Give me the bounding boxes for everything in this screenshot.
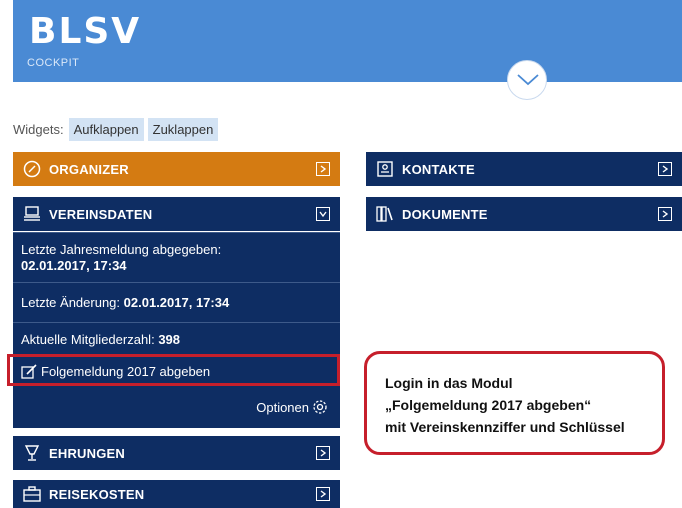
panel-organizer[interactable]: ORGANIZER: [13, 152, 340, 186]
optionen-label: Optionen: [256, 399, 309, 415]
panel-ehrungen-title: EHRUNGEN: [49, 445, 125, 461]
books-icon: [376, 205, 394, 223]
panel-kontakte[interactable]: KONTAKTE: [366, 152, 682, 186]
callout-line-1: Login in das Modul: [385, 375, 513, 391]
jahresmeldung-label: Letzte Jahresmeldung abgegeben:: [21, 242, 222, 257]
suitcase-icon: [23, 485, 41, 503]
panel-ehrungen[interactable]: EHRUNGEN: [13, 436, 340, 470]
aenderung-value: 02.01.2017, 17:34: [123, 295, 230, 310]
app-header: BLSV COCKPIT: [13, 0, 682, 82]
widgets-toolbar: Widgets: Aufklappen Zuklappen: [13, 116, 222, 142]
gear-icon: [313, 400, 327, 414]
logo-subtitle: COCKPIT: [27, 57, 80, 69]
panel-reisekosten-title: REISEKOSTEN: [49, 486, 145, 502]
stack-icon: [23, 205, 41, 223]
expand-toggle-icon[interactable]: [316, 487, 330, 501]
compass-icon: [23, 160, 41, 178]
jahresmeldung-value: 02.01.2017, 17:34: [21, 258, 127, 273]
panel-vereinsdaten-title: VEREINSDATEN: [49, 206, 153, 222]
collapse-toggle-icon[interactable]: [316, 207, 330, 221]
expand-toggle-icon[interactable]: [316, 446, 330, 460]
expand-toggle-icon[interactable]: [316, 162, 330, 176]
annotation-callout: Login in das Modul „Folgemeldung 2017 ab…: [364, 351, 665, 455]
panel-vereinsdaten[interactable]: VEREINSDATEN: [13, 197, 340, 231]
jahresmeldung-row: Letzte Jahresmeldung abgegeben: 02.01.20…: [13, 232, 340, 282]
expand-toggle-icon[interactable]: [658, 207, 672, 221]
mitglieder-row: Aktuelle Mitgliederzahl: 398: [13, 322, 340, 356]
callout-line-3: mit Vereinskennziffer und Schlüssel: [385, 419, 625, 435]
expand-toggle-icon[interactable]: [658, 162, 672, 176]
panel-organizer-title: ORGANIZER: [49, 161, 129, 177]
collapse-all-button[interactable]: Zuklappen: [147, 117, 219, 141]
optionen-button[interactable]: Optionen: [256, 399, 328, 415]
blsv-logo: BLSV: [29, 11, 142, 52]
expand-all-button[interactable]: Aufklappen: [68, 117, 144, 141]
trophy-icon: [23, 444, 41, 462]
mitglieder-label: Aktuelle Mitgliederzahl:: [21, 332, 155, 347]
chevron-down-icon: [517, 74, 539, 86]
header-expand-button[interactable]: [507, 60, 547, 100]
panel-dokumente[interactable]: DOKUMENTE: [366, 197, 682, 231]
panel-reisekosten[interactable]: REISEKOSTEN: [13, 480, 340, 508]
callout-line-2: „Folgemeldung 2017 abgeben“: [385, 397, 592, 413]
mitglieder-value: 398: [158, 332, 181, 347]
aenderung-row: Letzte Änderung: 02.01.2017, 17:34: [13, 282, 340, 322]
panel-kontakte-title: KONTAKTE: [402, 161, 475, 177]
widgets-label: Widgets:: [13, 121, 64, 137]
folgemeldung-highlight: [7, 354, 340, 386]
contact-card-icon: [376, 160, 394, 178]
vereinsdaten-body: Letzte Jahresmeldung abgegeben: 02.01.20…: [13, 232, 340, 428]
panel-dokumente-title: DOKUMENTE: [402, 206, 488, 222]
aenderung-label: Letzte Änderung:: [21, 295, 121, 310]
